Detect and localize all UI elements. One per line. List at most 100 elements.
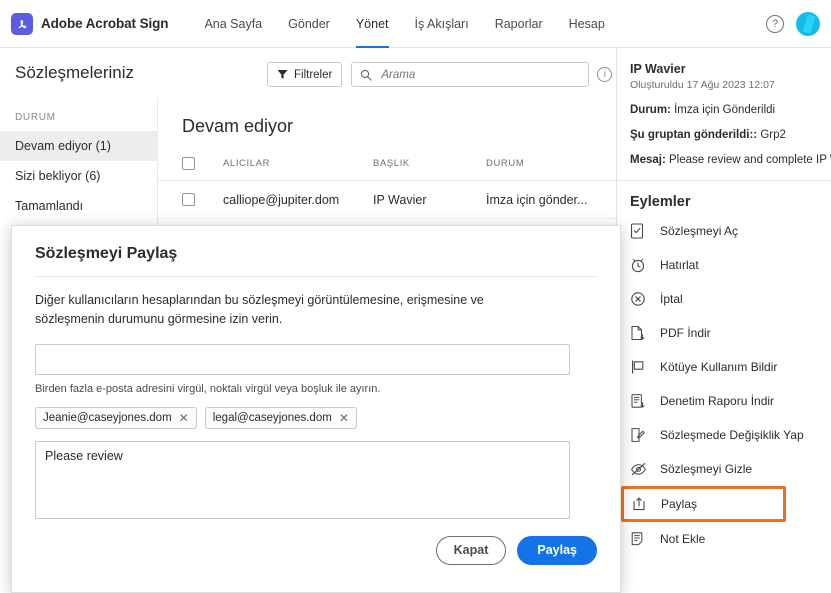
detail-created-date: Oluşturuldu 17 Ağu 2023 12:07 xyxy=(630,79,775,91)
nav-item-ana-sayfa[interactable]: Ana Sayfa xyxy=(191,0,275,48)
row-title: IP Wavier xyxy=(373,192,427,207)
dialog-divider xyxy=(35,276,597,277)
row-recipient: calliope@jupiter.dom xyxy=(223,192,340,207)
list-toolbar: Filtreler i xyxy=(267,62,613,87)
action-sozlesmeyi-gizle[interactable]: Sözleşmeyi Gizle xyxy=(617,452,831,486)
brand-logo-group[interactable]: Adobe Acrobat Sign xyxy=(11,12,169,35)
close-icon[interactable]: ✕ xyxy=(339,411,349,425)
search-input[interactable] xyxy=(379,67,570,82)
action-label: İptal xyxy=(660,292,683,306)
email-chip[interactable]: legal@caseyjones.dom ✕ xyxy=(204,406,357,429)
share-message-textarea[interactable] xyxy=(35,440,570,519)
filter-button[interactable]: Filtreler xyxy=(267,62,343,87)
share-email-input[interactable] xyxy=(35,343,570,375)
cancel-button[interactable]: Kapat xyxy=(435,535,507,565)
page-title-bar: Sözleşmeleriniz Filtreler Arama i xyxy=(0,48,616,98)
share-agreement-dialog: Sözleşmeyi Paylaş Diğer kullanıcıların h… xyxy=(11,225,621,593)
action-sozlesmede-degisiklik-yap[interactable]: Sözleşmede Değişiklik Yap xyxy=(617,418,831,452)
action-sozlesmeyi-ac[interactable]: Sözleşmeyi Aç xyxy=(617,214,831,248)
sidebar-item-sizi-bekliyor[interactable]: Sizi bekliyor (6) xyxy=(0,161,157,191)
nav-item-yonet[interactable]: Yönet xyxy=(343,0,402,48)
eye-hidden-icon xyxy=(630,461,652,477)
nav-item-is-akislari[interactable]: İş Akışları xyxy=(402,0,482,48)
detail-group-row: Şu gruptan gönderildi:: Grp2 xyxy=(630,129,831,141)
search-icon xyxy=(360,69,372,81)
action-label: Kötüye Kullanım Bildir xyxy=(660,360,778,374)
user-avatar[interactable] xyxy=(796,12,820,36)
nav-item-raporlar[interactable]: Raporlar xyxy=(482,0,556,48)
sidebar-heading: DURUM xyxy=(15,112,56,123)
document-open-icon xyxy=(630,223,652,239)
nav-item-gonder[interactable]: Gönder xyxy=(275,0,343,48)
info-icon[interactable]: i xyxy=(597,67,613,82)
action-label: Sözleşmede Değişiklik Yap xyxy=(660,428,804,442)
document-edit-icon xyxy=(630,427,652,443)
report-download-icon xyxy=(630,393,652,409)
nav-item-hesap[interactable]: Hesap xyxy=(556,0,618,48)
adobe-acrobat-logo-icon xyxy=(11,12,33,35)
column-header-recipients: ALICILAR xyxy=(223,158,271,169)
search-field-wrapper[interactable] xyxy=(351,62,590,87)
column-header-status: DURUM xyxy=(486,158,525,169)
detail-status-value: İmza için Gönderildi xyxy=(674,104,776,116)
row-status: İmza için gönder... xyxy=(486,192,588,207)
action-pdf-indir[interactable]: PDF İndir xyxy=(617,316,831,350)
detail-status-label: Durum: xyxy=(630,104,671,116)
action-paylas[interactable]: Paylaş xyxy=(621,486,786,522)
email-chip-label: Jeanie@caseyjones.dom xyxy=(43,411,172,424)
share-button[interactable]: Paylaş xyxy=(517,535,597,565)
sidebar-item-devam-ediyor[interactable]: Devam ediyor (1) xyxy=(0,131,157,161)
dialog-title: Sözleşmeyi Paylaş xyxy=(35,245,178,262)
detail-status-row: Durum: İmza için Gönderildi xyxy=(630,104,831,116)
page-title: Sözleşmeleriniz xyxy=(15,63,135,82)
action-not-ekle[interactable]: Not Ekle xyxy=(617,522,831,556)
action-label: PDF İndir xyxy=(660,326,711,340)
detail-summary: IP Wavier Oluşturuldu 17 Ağu 2023 12:07 … xyxy=(617,48,831,166)
share-upload-icon xyxy=(631,496,653,512)
action-iptal[interactable]: İptal xyxy=(617,282,831,316)
email-chip-label: legal@caseyjones.dom xyxy=(212,411,332,424)
action-label: Denetim Raporu İndir xyxy=(660,394,775,408)
action-label: Paylaş xyxy=(661,497,698,511)
top-navigation-bar: Adobe Acrobat Sign Ana Sayfa Gönder Yöne… xyxy=(0,0,831,48)
email-chip-list: Jeanie@caseyjones.dom ✕ legal@caseyjones… xyxy=(35,406,597,429)
list-section-title: Devam ediyor xyxy=(182,116,294,136)
action-denetim-raporu-indir[interactable]: Denetim Raporu İndir xyxy=(617,384,831,418)
sidebar-item-tamamlandi[interactable]: Tamamlandı xyxy=(0,191,157,221)
detail-title: IP Wavier xyxy=(630,62,686,76)
nav-links: Ana Sayfa Gönder Yönet İş Akışları Rapor… xyxy=(191,0,617,48)
detail-message-value: Please review and complete IP Wav xyxy=(669,154,831,166)
detail-message-label: Mesaj: xyxy=(630,154,666,166)
action-label: Sözleşmeyi Aç xyxy=(660,224,739,238)
application-window: Adobe Acrobat Sign Ana Sayfa Gönder Yöne… xyxy=(0,0,831,593)
column-header-title: BAŞLIK xyxy=(373,158,410,169)
question-mark-icon[interactable]: ? xyxy=(766,15,784,33)
agreement-detail-panel: IP Wavier Oluşturuldu 17 Ağu 2023 12:07 … xyxy=(616,48,831,593)
filter-button-label: Filtreler xyxy=(294,68,333,81)
table-row[interactable]: calliope@jupiter.dom IP Wavier İmza için… xyxy=(158,181,616,219)
dialog-description: Diğer kullanıcıların hesaplarından bu sö… xyxy=(35,293,484,327)
email-chip[interactable]: Jeanie@caseyjones.dom ✕ xyxy=(35,406,197,429)
action-label: Sözleşmeyi Gizle xyxy=(660,462,753,476)
email-separator-hint: Birden fazla e-posta adresini virgül, no… xyxy=(35,382,381,395)
pdf-download-icon xyxy=(630,325,652,341)
actions-section-title: Eylemler xyxy=(630,194,691,210)
alarm-clock-icon xyxy=(630,257,652,273)
action-label: Hatırlat xyxy=(660,258,699,272)
brand-name: Adobe Acrobat Sign xyxy=(41,16,169,31)
detail-message-row: Mesaj: Please review and complete IP Wav xyxy=(630,154,831,166)
action-kotuye-kullanim-bildir[interactable]: Kötüye Kullanım Bildir xyxy=(617,350,831,384)
detail-group-label: Şu gruptan gönderildi:: xyxy=(630,129,758,141)
table-header-row: ALICILAR BAŞLIK DURUM xyxy=(158,147,616,181)
detail-group-value: Grp2 xyxy=(760,129,786,141)
top-right-controls: ? xyxy=(766,0,820,48)
select-all-checkbox[interactable] xyxy=(182,157,195,170)
action-label: Not Ekle xyxy=(660,532,706,546)
note-add-icon xyxy=(630,531,652,547)
cancel-circle-icon xyxy=(630,291,652,307)
row-checkbox[interactable] xyxy=(182,193,195,206)
action-hatirlat[interactable]: Hatırlat xyxy=(617,248,831,282)
close-icon[interactable]: ✕ xyxy=(179,411,189,425)
funnel-icon xyxy=(277,69,288,80)
dialog-button-row: Kapat Paylaş xyxy=(12,535,597,565)
